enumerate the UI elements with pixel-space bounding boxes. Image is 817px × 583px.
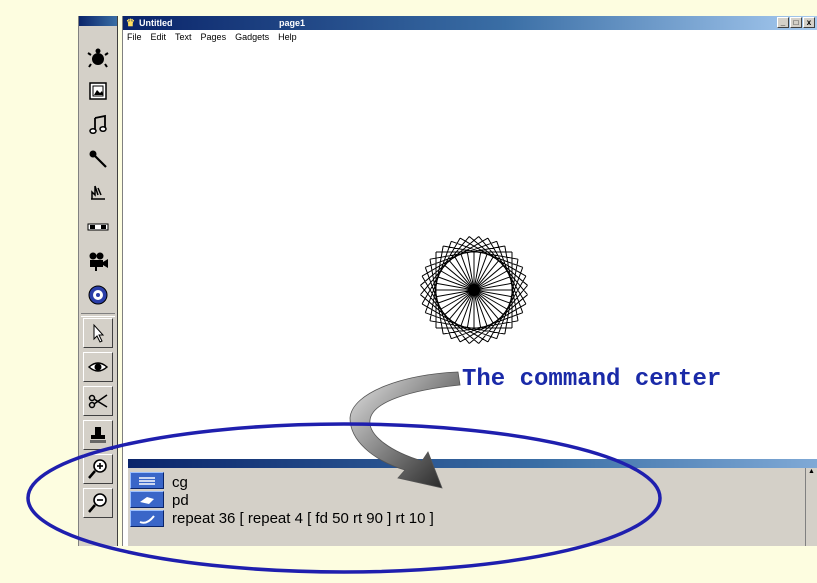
rosette-path	[420, 236, 528, 344]
turtle-rosette-drawing	[420, 236, 528, 344]
menu-bar: File Edit Text Pages Gadgets Help	[123, 30, 817, 44]
pointer-arrow-icon[interactable]	[83, 318, 113, 348]
close-button[interactable]: x	[803, 17, 815, 28]
menu-text[interactable]: Text	[175, 30, 192, 44]
scissors-icon[interactable]	[83, 386, 113, 416]
maximize-button[interactable]: □	[790, 17, 802, 28]
command-line[interactable]: pd	[172, 492, 434, 510]
button-icon[interactable]	[83, 212, 113, 242]
menu-gadgets[interactable]: Gadgets	[235, 30, 269, 44]
menu-pages[interactable]: Pages	[201, 30, 227, 44]
command-center-scrollbar[interactable]: ▲	[805, 468, 817, 546]
title-bar: ♛ Untitled page1 _ □ x	[123, 16, 817, 30]
procedures-icon[interactable]	[130, 510, 164, 527]
hand-grab-icon[interactable]	[83, 178, 113, 208]
command-line[interactable]: repeat 36 [ repeat 4 [ fd 50 rt 90 ] rt …	[172, 510, 434, 528]
melody-icon[interactable]	[83, 280, 113, 310]
toolbar-separator	[81, 313, 115, 317]
menu-help[interactable]: Help	[278, 30, 297, 44]
page-name: page1	[279, 18, 306, 28]
command-line[interactable]: cg	[172, 474, 434, 492]
scroll-up-icon[interactable]: ▲	[806, 468, 817, 475]
microphone-icon[interactable]	[83, 144, 113, 174]
command-center[interactable]: cg pd repeat 36 [ repeat 4 [ fd 50 rt 90…	[128, 468, 817, 546]
menu-edit[interactable]: Edit	[151, 30, 167, 44]
command-center-text[interactable]: cg pd repeat 36 [ repeat 4 [ fd 50 rt 90…	[172, 474, 434, 528]
video-camera-icon[interactable]	[83, 246, 113, 276]
turtle-icon[interactable]	[83, 42, 113, 72]
annotation-label: The command center	[462, 366, 722, 393]
window-controls: _ □ x	[777, 17, 815, 28]
picture-icon[interactable]	[83, 76, 113, 106]
music-note-icon[interactable]	[83, 110, 113, 140]
text-lines-icon[interactable]	[130, 472, 164, 489]
tool-palette-caption	[79, 16, 117, 26]
turtle-shape-icon[interactable]	[130, 491, 164, 508]
stamp-icon[interactable]	[83, 420, 113, 450]
zoom-out-icon[interactable]	[83, 488, 113, 518]
tool-palette	[78, 16, 118, 546]
app-icon: ♛	[126, 18, 135, 29]
zoom-in-icon[interactable]	[83, 454, 113, 484]
eye-icon[interactable]	[83, 352, 113, 382]
window-title: Untitled	[139, 18, 173, 28]
command-center-title-bar	[128, 459, 817, 468]
minimize-button[interactable]: _	[777, 17, 789, 28]
command-center-icons	[130, 472, 168, 529]
menu-file[interactable]: File	[127, 30, 142, 44]
